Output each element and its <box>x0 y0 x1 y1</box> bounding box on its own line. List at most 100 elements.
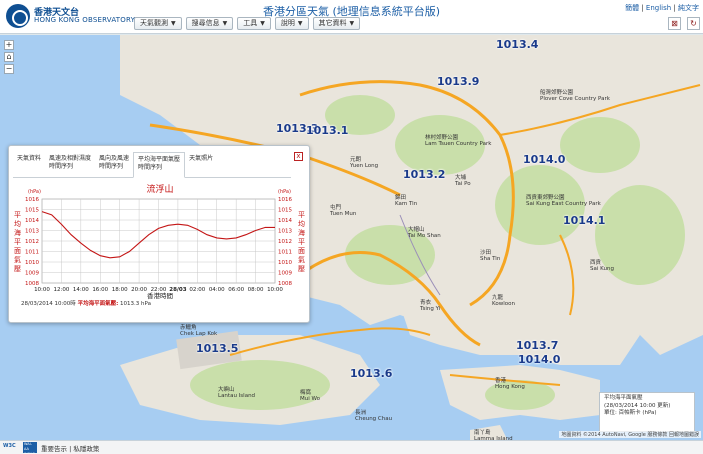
map-attribution[interactable]: 地圖資料 ©2014 AutoNavi, Google 服務條款 回報地圖錯誤 <box>559 431 701 438</box>
y-tick-label: 1014 <box>278 218 292 224</box>
tab-weather-data[interactable]: 天氣資料 <box>13 152 45 177</box>
station-reading[interactable]: 1014.0 <box>523 153 565 166</box>
pressure-legend-title: 平均海平面氣壓 <box>604 395 643 401</box>
place-label: 大埔 Tai Po <box>455 175 471 188</box>
zoom-controls: + ⌂ − <box>4 40 16 76</box>
y-tick-label: 1014 <box>25 218 39 224</box>
y-tick-label: 1009 <box>25 271 39 277</box>
station-reading[interactable]: 1013.7 <box>516 339 558 352</box>
station-reading[interactable]: 1013.1 <box>306 124 348 137</box>
place-label: 船灣郊野公園 Plover Cove Country Park <box>540 90 610 103</box>
refresh-button[interactable]: ↻ <box>687 17 700 30</box>
x-tick-label: 14:00 <box>73 287 89 293</box>
refresh-icon: ↻ <box>690 19 697 28</box>
hko-logo[interactable]: 香港天文台 HONG KONG OBSERVATORY <box>6 4 135 28</box>
menu-label: 天氣觀測 <box>140 19 168 27</box>
y-tick-label: 1015 <box>25 208 39 214</box>
x-tick-label: 08:00 <box>248 287 264 293</box>
menu-weather-observation[interactable]: 天氣觀測 ▼ <box>134 17 182 30</box>
tab-mslp[interactable]: 平均海平面氣壓 時間序列 <box>133 152 186 178</box>
footnote-label: 平均海平面氣壓: <box>77 301 119 307</box>
chevron-down-icon: ▼ <box>222 20 228 27</box>
x-tick-label: 02:00 <box>189 287 205 293</box>
x-tick-label: 18:00 <box>112 287 128 293</box>
footnote-value: 1013.3 hPa <box>120 301 151 307</box>
y-tick-label: 1015 <box>278 208 292 214</box>
place-label: 青衣 Tsing Yi <box>420 300 441 313</box>
station-info-popup: 天氣資料 風速及相對濕度 時間序列 風向及風速 時間序列 平均海平面氣壓 時間序… <box>8 145 310 323</box>
station-reading[interactable]: 1013.2 <box>403 168 445 181</box>
y-axis-right: 100810091010101110121013101410151016 <box>278 197 292 287</box>
tab-wind-direction[interactable]: 風向及風速 時間序列 <box>95 152 133 177</box>
org-name-en: HONG KONG OBSERVATORY <box>34 16 136 24</box>
y-axis-left: 100810091010101110121013101410151016 <box>25 197 39 287</box>
station-reading[interactable]: 1013.9 <box>437 75 479 88</box>
zoom-out-button[interactable]: − <box>4 64 14 74</box>
lang-link-simplified[interactable]: 簡體 <box>625 4 639 12</box>
hko-logo-icon <box>6 4 30 28</box>
tab-wind-humidity[interactable]: 風速及相對濕度 時間序列 <box>45 152 95 177</box>
w3c-logo: W3C <box>3 443 16 449</box>
x-tick-label: 04:00 <box>209 287 225 293</box>
pressure-legend-box: 平均海平面氣壓 (28/03/2014 10:00 更新) 單位: 百帕斯卡 (… <box>599 392 695 432</box>
x-tick-label: 16:00 <box>92 287 108 293</box>
menu-label: 其它資料 <box>318 19 347 27</box>
menu-label: 工具 <box>243 19 258 27</box>
close-button[interactable]: x <box>294 152 303 161</box>
y-tick-label: 1016 <box>278 197 292 203</box>
place-label: 西貢東郊野公園 Sai Kung East Country Park <box>526 195 601 208</box>
place-label: 元朗 Yuen Long <box>350 157 379 170</box>
y-tick-label: 1009 <box>278 271 292 277</box>
place-label: 長洲 Cheung Chau <box>355 410 393 423</box>
y-tick-label: 1016 <box>25 197 39 203</box>
footer: W3C WAI-AAWCAG 2.0 重要告示 | 私隱政策 <box>0 440 703 454</box>
station-reading[interactable]: 1013.4 <box>496 38 538 51</box>
locate-button[interactable]: ⌂ <box>4 52 14 62</box>
y-tick-label: 1011 <box>278 250 292 256</box>
place-label: 梅窩 Mui Wo <box>300 390 320 403</box>
footnote-time: 28/03/2014 10:00時 <box>21 301 76 307</box>
menu-search[interactable]: 搜尋信息 ▼ <box>185 17 234 30</box>
place-label: 屯門 Tuen Mun <box>330 205 357 218</box>
y-axis-label-left: 平均海平面氣壓 <box>14 211 21 273</box>
chevron-down-icon: ▼ <box>349 20 355 27</box>
clear-button[interactable]: ⊠ <box>668 17 681 30</box>
menu-other-info[interactable]: 其它資料 ▼ <box>312 17 361 30</box>
y-tick-label: 1013 <box>278 229 292 235</box>
header: 香港天文台 HONG KONG OBSERVATORY 香港分區天氣 (地理信息… <box>0 0 703 34</box>
y-tick-label: 1012 <box>25 239 39 245</box>
place-label: 沙田 Sha Tin <box>480 250 501 263</box>
y-tick-label: 1010 <box>25 260 39 266</box>
place-label: 九龍 Kowloon <box>492 295 515 308</box>
station-reading[interactable]: 1014.1 <box>563 214 605 227</box>
y-axis-label-right: 平均海平面氣壓 <box>298 211 305 273</box>
menu-label: 搜尋信息 <box>191 19 220 27</box>
place-label: 林村郊野公園 Lam Tsuen Country Park <box>425 135 492 148</box>
y-tick-label: 1013 <box>25 229 39 235</box>
lang-link-english[interactable]: English <box>646 4 671 12</box>
pressure-legend-unit: 單位: 百帕斯卡 (hPa) <box>604 410 657 417</box>
tab-weather-photo[interactable]: 天氣照片 <box>185 152 217 177</box>
popup-tabs: 天氣資料 風速及相對濕度 時間序列 風向及風速 時間序列 平均海平面氣壓 時間序… <box>13 152 291 178</box>
place-label: 西貢 Sai Kung <box>590 260 614 273</box>
zoom-in-button[interactable]: + <box>4 40 14 50</box>
menu-label: 說明 <box>280 19 295 27</box>
menu-help[interactable]: 說明 ▼ <box>274 17 309 30</box>
place-label: 錦田 Kam Tin <box>395 195 418 208</box>
lang-link-text-only[interactable]: 純文字 <box>678 4 699 12</box>
footer-links[interactable]: 重要告示 | 私隱政策 <box>41 443 99 453</box>
y-unit-left: (hPa) <box>28 189 41 195</box>
station-reading[interactable]: 1013.5 <box>196 342 238 355</box>
place-label: 赤鱲角 Chek Lap Kok <box>180 325 218 338</box>
chevron-down-icon: ▼ <box>260 20 265 27</box>
menu-tools[interactable]: 工具 ▼ <box>237 17 271 30</box>
menu-bar: 天氣觀測 ▼ 搜尋信息 ▼ 工具 ▼ 說明 ▼ 其它資料 ▼ <box>134 17 361 30</box>
x-tick-label: 10:00 <box>34 287 50 293</box>
station-reading[interactable]: 1013.6 <box>350 367 392 380</box>
station-reading[interactable]: 1014.0 <box>518 353 560 366</box>
wcag-badge: WAI-AAWCAG 2.0 <box>23 442 37 454</box>
place-label: 大嶼山 Lantau Island <box>218 387 256 400</box>
x-tick-label: 06:00 <box>228 287 244 293</box>
y-tick-label: 1012 <box>278 239 292 245</box>
x-tick-label: 20:00 <box>131 287 147 293</box>
